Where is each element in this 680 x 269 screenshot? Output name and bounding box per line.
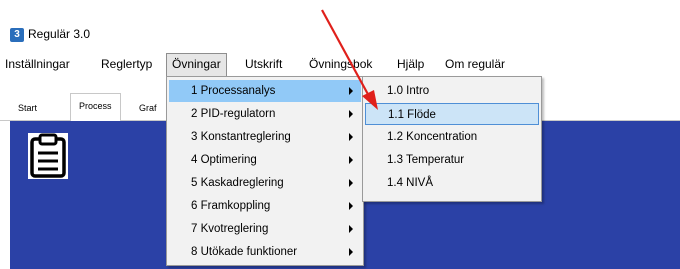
annotation-arrow [321,9,378,110]
